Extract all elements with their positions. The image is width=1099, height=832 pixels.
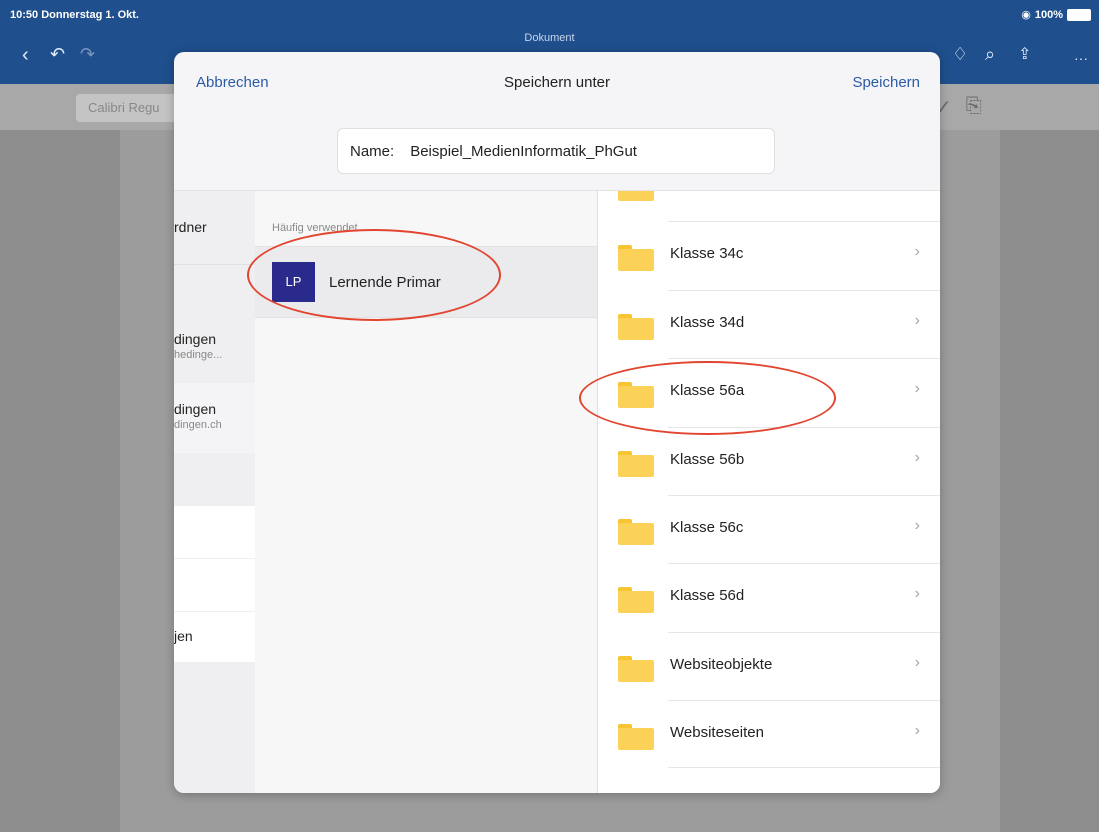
document-title: Dokument xyxy=(524,32,575,44)
battery-icon xyxy=(1067,8,1091,21)
chevron-right-icon: › xyxy=(914,449,920,466)
folder-name: Klasse 56d xyxy=(670,587,745,604)
folder-row[interactable]: Websiteobjekte › xyxy=(598,632,940,700)
location-item[interactable]: jen xyxy=(174,628,255,644)
folder-row[interactable]: Klasse 56c › xyxy=(598,495,940,563)
section-label: Häufig verwendet xyxy=(272,222,358,234)
location-label: rdner xyxy=(174,219,207,235)
dialog-header: Abbrechen Speichern unter Speichern xyxy=(174,52,940,116)
avatar: LP xyxy=(272,262,315,302)
folder-icon xyxy=(618,451,654,477)
chevron-right-icon: › xyxy=(914,243,920,260)
search-icon[interactable]: ⌕ xyxy=(985,44,995,65)
folder-name: Klasse 34c xyxy=(670,245,744,262)
folder-row[interactable]: Klasse 56a › xyxy=(598,358,940,426)
folder-icon xyxy=(618,191,654,201)
recent-location-item[interactable]: LP Lernende Primar xyxy=(255,246,597,318)
folder-icon xyxy=(618,724,654,750)
undo-icon[interactable]: ↶ xyxy=(50,44,65,65)
folder-name: Klasse 34d xyxy=(670,314,745,331)
folder-row-partial[interactable] xyxy=(598,191,940,219)
status-bar: 10:50 Donnerstag 1. Okt. ◉ 100% xyxy=(0,0,1099,30)
folder-list: Klasse 34c › Klasse 34d › Klasse 56a › K… xyxy=(598,191,940,793)
file-name-input[interactable] xyxy=(408,141,733,161)
folder-icon xyxy=(618,656,654,682)
folder-icon xyxy=(618,245,654,271)
location-item[interactable]: dingen dingen.ch xyxy=(174,401,255,431)
locations-pane: rdner dingen hedinge... dingen dingen.ch… xyxy=(174,191,256,793)
folder-name: Klasse 56a xyxy=(670,382,745,399)
ribbon-icons: ✓ ⎘ xyxy=(935,95,982,120)
location-sublabel: dingen.ch xyxy=(174,419,222,431)
recent-pane: Häufig verwendet LP Lernende Primar xyxy=(255,191,598,793)
chevron-right-icon: › xyxy=(914,654,920,671)
folder-row[interactable]: Klasse 56b › xyxy=(598,427,940,495)
browser-panes: rdner dingen hedinge... dingen dingen.ch… xyxy=(174,190,940,793)
chevron-right-icon: › xyxy=(914,380,920,397)
status-time: 10:50 Donnerstag 1. Okt. xyxy=(10,9,139,21)
back-icon[interactable]: ‹ xyxy=(22,44,29,67)
file-name-label: Name: xyxy=(350,142,395,160)
location-label: jen xyxy=(174,628,193,644)
folder-icon xyxy=(618,314,654,340)
wifi-icon: ◉ xyxy=(1021,9,1031,21)
share-icon[interactable]: ⇪ xyxy=(1018,44,1031,64)
location-slot[interactable] xyxy=(174,559,255,611)
folder-row[interactable]: Websiteseiten › xyxy=(598,700,940,768)
folder-row[interactable]: Klasse 56d › xyxy=(598,563,940,631)
dialog-title: Speichern unter xyxy=(504,74,610,91)
folder-name: Klasse 56c xyxy=(670,519,744,536)
battery-label: 100% xyxy=(1034,8,1063,21)
location-sublabel: hedinge... xyxy=(174,349,223,361)
location-slot[interactable] xyxy=(174,506,255,558)
more-icon[interactable]: ··· xyxy=(1074,50,1088,66)
location-label: dingen xyxy=(174,401,217,417)
chevron-right-icon: › xyxy=(914,585,920,602)
redo-icon[interactable]: ↷ xyxy=(80,44,95,65)
save-button[interactable]: Speichern xyxy=(852,74,920,91)
chevron-right-icon: › xyxy=(914,312,920,329)
location-item[interactable]: rdner xyxy=(174,219,255,235)
divider xyxy=(174,264,255,265)
location-item[interactable]: dingen hedinge... xyxy=(174,331,255,361)
folder-row[interactable]: Klasse 34d › xyxy=(598,290,940,358)
folder-row[interactable]: Klasse 34c › xyxy=(598,221,940,289)
folder-icon xyxy=(618,382,654,408)
recent-location-name: Lernende Primar xyxy=(329,274,441,291)
location-label: dingen xyxy=(174,331,217,347)
lightbulb-icon[interactable]: ♢ xyxy=(952,44,968,65)
format-painter-icon[interactable]: ⎘ xyxy=(966,95,982,120)
status-indicators: ◉ 100% xyxy=(1021,8,1091,21)
file-name-field[interactable]: Name: xyxy=(337,128,775,174)
folder-name: Websiteseiten xyxy=(670,724,764,741)
font-name-box[interactable]: Calibri Regu xyxy=(76,94,176,122)
save-as-dialog: Abbrechen Speichern unter Speichern Name… xyxy=(174,52,940,793)
chevron-right-icon: › xyxy=(914,517,920,534)
folder-icon xyxy=(618,587,654,613)
chevron-right-icon: › xyxy=(914,722,920,739)
folder-name: Klasse 56b xyxy=(670,451,745,468)
folder-icon xyxy=(618,519,654,545)
folder-name: Websiteobjekte xyxy=(670,656,773,673)
